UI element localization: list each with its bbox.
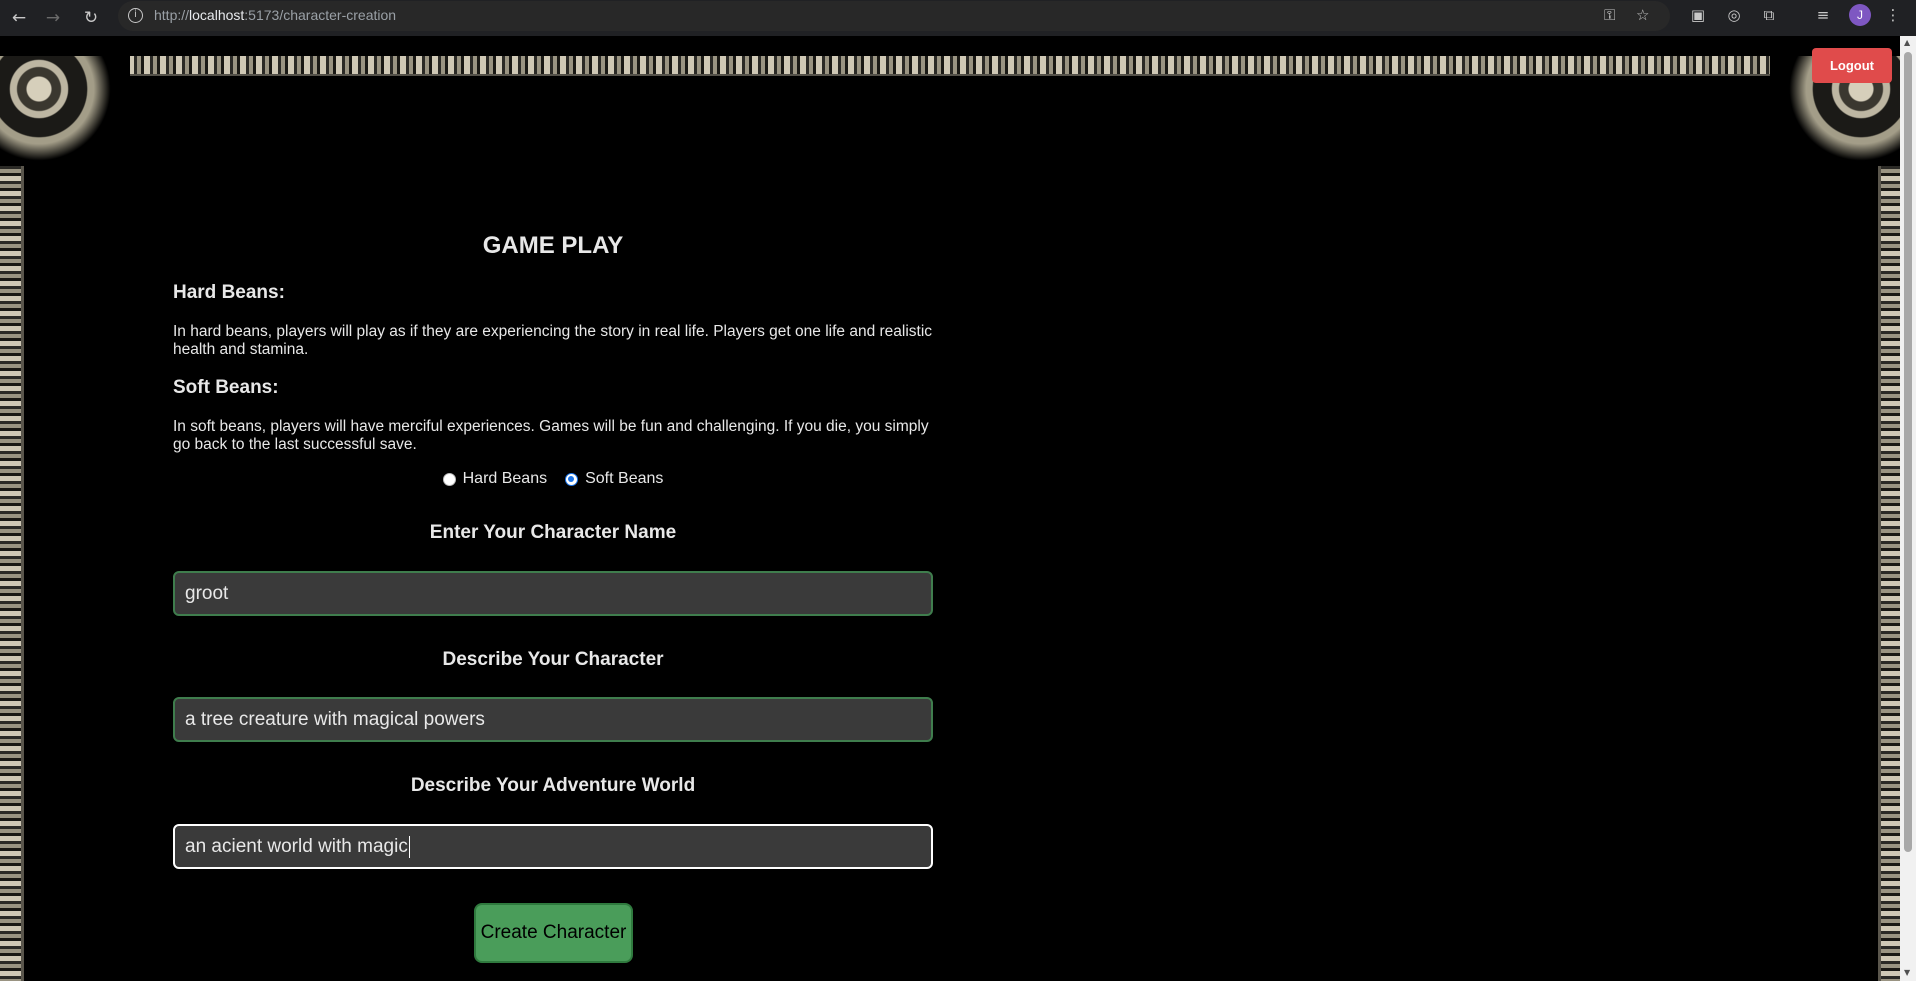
- frame-top-border: [0, 56, 1900, 76]
- soft-beans-radio[interactable]: [565, 472, 579, 486]
- media-icon[interactable]: ≡: [1812, 6, 1834, 28]
- adventure-world-input[interactable]: an acient world with magic: [173, 824, 933, 869]
- url-scheme: http://: [154, 7, 190, 23]
- reload-icon[interactable]: ↻: [80, 7, 102, 29]
- scroll-up-icon[interactable]: ▲: [1904, 38, 1910, 47]
- frame-left-border: [0, 56, 24, 981]
- soft-beans-heading: Soft Beans:: [173, 377, 279, 398]
- frame-corner-left: [0, 56, 130, 166]
- soft-beans-radio-label[interactable]: Soft Beans: [585, 470, 663, 488]
- hard-beans-radio[interactable]: [442, 472, 456, 486]
- frame-right-border: [1878, 56, 1900, 981]
- page: Logout GAME PLAY Hard Beans: In hard bea…: [0, 36, 1900, 981]
- adventure-world-label: Describe Your Adventure World: [410, 775, 696, 796]
- page-scrollbar[interactable]: ▲ ▼: [1900, 36, 1916, 981]
- logout-button[interactable]: Logout: [1812, 48, 1892, 83]
- page-title: GAME PLAY: [482, 232, 624, 259]
- menu-kebab-icon[interactable]: ⋮: [1882, 6, 1904, 28]
- create-character-button[interactable]: Create Character: [474, 903, 633, 963]
- browser-toolbar: ← → ↻ i http://localhost:5173/character-…: [0, 0, 1916, 36]
- adventure-world-value: an acient world with magic: [185, 836, 408, 857]
- hard-beans-radio-label[interactable]: Hard Beans: [463, 470, 548, 488]
- key-icon[interactable]: ⚿: [1604, 6, 1615, 24]
- forward-icon[interactable]: →: [42, 7, 64, 29]
- character-description-input[interactable]: a tree creature with magical powers: [173, 697, 933, 742]
- puzzle-icon[interactable]: ⧉: [1758, 6, 1780, 28]
- profile-avatar[interactable]: J: [1849, 4, 1871, 26]
- site-info-icon[interactable]: i: [128, 8, 143, 23]
- extension-off-icon[interactable]: ◎: [1723, 6, 1745, 28]
- character-name-input[interactable]: groot: [173, 571, 933, 616]
- character-name-label: Enter Your Character Name: [429, 522, 677, 543]
- bookmark-star-icon[interactable]: ☆: [1636, 6, 1649, 24]
- hard-beans-heading: Hard Beans:: [173, 282, 285, 303]
- soft-beans-description: In soft beans, players will have mercifu…: [173, 418, 929, 453]
- url-path: :5173/character-creation: [244, 7, 397, 23]
- extension-icon[interactable]: ▣: [1687, 6, 1709, 28]
- scrollbar-thumb[interactable]: [1904, 52, 1912, 852]
- url-text: http://localhost:5173/character-creation: [154, 7, 396, 23]
- address-bar[interactable]: i http://localhost:5173/character-creati…: [118, 1, 1670, 31]
- hard-beans-description: In hard beans, players will play as if t…: [173, 323, 933, 358]
- scroll-down-icon[interactable]: ▼: [1904, 968, 1910, 977]
- character-description-label: Describe Your Character: [442, 649, 664, 670]
- text-caret: [408, 835, 410, 858]
- url-host: localhost: [189, 7, 245, 23]
- back-icon[interactable]: ←: [8, 7, 30, 29]
- difficulty-radio-group: Hard Beans Soft Beans: [173, 470, 933, 488]
